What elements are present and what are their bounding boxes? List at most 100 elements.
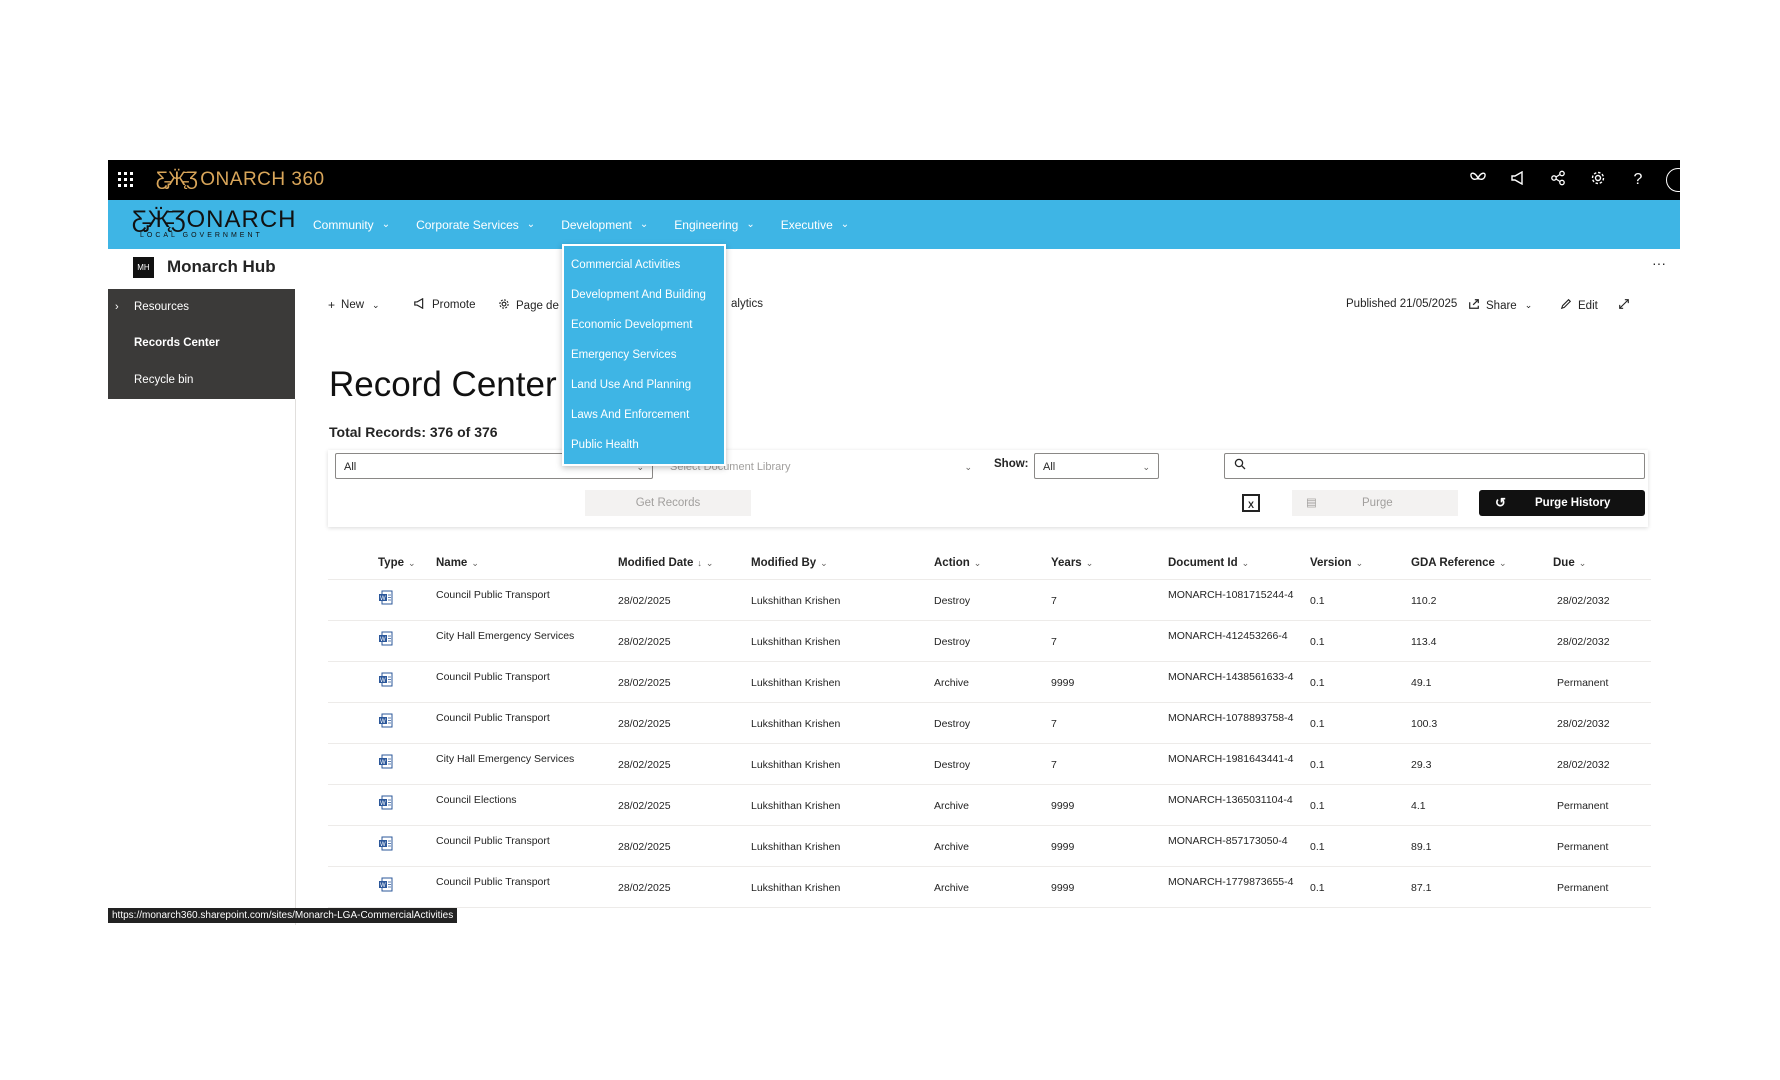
nav-item-engineering[interactable]: Engineering ⌄ <box>674 218 754 232</box>
purge-history-button[interactable]: ↺ Purge History <box>1479 490 1645 516</box>
table-row[interactable]: W Council Public Transport 28/02/2025 Lu… <box>328 826 1651 867</box>
site-title[interactable]: Monarch Hub <box>167 257 276 277</box>
show-select[interactable]: All ⌄ <box>1034 453 1159 479</box>
avatar[interactable] <box>1666 168 1680 192</box>
cell-name[interactable]: Council Public Transport <box>436 712 550 724</box>
column-header-document-id[interactable]: Document Id ⌄ <box>1168 557 1249 569</box>
published-status: Published 21/05/2025 <box>1346 298 1457 310</box>
cell-years: 7 <box>1051 718 1057 730</box>
word-document-icon[interactable]: W <box>378 877 393 892</box>
edit-button[interactable]: Edit <box>1560 298 1598 313</box>
more-options-icon[interactable]: ··· <box>1652 255 1666 271</box>
chevron-down-icon: ⌄ <box>1524 300 1533 310</box>
chevron-down-icon: ⌄ <box>1085 558 1094 568</box>
chevron-right-icon[interactable]: › <box>115 301 119 313</box>
table-row[interactable]: W Council Public Transport 28/02/2025 Lu… <box>328 867 1651 908</box>
monarch-butterfly-icon[interactable] <box>1458 171 1498 190</box>
cell-due: 28/02/2032 <box>1557 759 1610 771</box>
page-details-button[interactable]: Page de <box>498 298 559 313</box>
word-document-icon[interactable]: W <box>378 590 393 605</box>
column-header-modified-by[interactable]: Modified By ⌄ <box>751 557 828 569</box>
column-header-name[interactable]: Name ⌄ <box>436 557 479 569</box>
leftnav-item-resources[interactable]: Resources <box>134 301 189 313</box>
gear-icon[interactable] <box>1578 170 1618 191</box>
cell-action: Archive <box>934 677 970 689</box>
table-row[interactable]: W City Hall Emergency Services 28/02/202… <box>328 621 1651 662</box>
table-row[interactable]: W Council Public Transport 28/02/2025 Lu… <box>328 580 1651 621</box>
column-header-due[interactable]: Due ⌄ <box>1553 557 1586 569</box>
column-header-version[interactable]: Version ⌄ <box>1310 557 1363 569</box>
export-excel-icon[interactable]: X <box>1242 494 1260 512</box>
site-logo-badge[interactable]: MH <box>133 257 154 278</box>
filter-panel: All ⌄ Select Document Library ⌄ Show: Al… <box>328 450 1648 527</box>
cell-years: 9999 <box>1051 800 1075 812</box>
word-document-icon[interactable]: W <box>378 631 393 646</box>
column-header-years[interactable]: Years ⌄ <box>1051 557 1093 569</box>
cell-modified-by: Lukshithan Krishen <box>751 841 841 853</box>
column-header-gda-reference[interactable]: GDA Reference ⌄ <box>1411 557 1506 569</box>
monarch360-logo-text: ONARCH 360 <box>200 169 325 190</box>
cell-name[interactable]: City Hall Emergency Services <box>436 630 574 642</box>
leftnav-item-recycle-bin[interactable]: Recycle bin <box>134 374 193 386</box>
purge-label: Purge <box>1362 497 1393 509</box>
table-row[interactable]: W Council Public Transport 28/02/2025 Lu… <box>328 703 1651 744</box>
search-input[interactable] <box>1224 453 1645 479</box>
archive-box-icon: ▤ <box>1306 497 1317 509</box>
table-row[interactable]: W Council Public Transport 28/02/2025 Lu… <box>328 662 1651 703</box>
nav-item-development[interactable]: Development ⌄ <box>561 218 648 232</box>
cell-name[interactable]: City Hall Emergency Services <box>436 753 574 765</box>
new-button[interactable]: + New ⌄ <box>328 298 380 312</box>
column-label: Due <box>1553 557 1575 569</box>
nav-item-executive[interactable]: Executive ⌄ <box>781 218 849 232</box>
leftnav-item-records-center[interactable]: Records Center <box>134 337 220 349</box>
chevron-down-icon: ⌄ <box>372 299 380 310</box>
cell-name[interactable]: Council Public Transport <box>436 876 550 888</box>
cell-gda-reference: 4.1 <box>1411 800 1426 812</box>
cell-due: Permanent <box>1557 800 1609 812</box>
share-button[interactable]: Share ⌄ <box>1468 298 1532 313</box>
nav-item-corporate-services[interactable]: Corporate Services ⌄ <box>416 218 535 232</box>
monarch-local-government-logo[interactable]: Ƹ̵̡Ӝ̵̨̄ƷONARCH LOCAL GOVERNMENT <box>132 206 297 239</box>
nav-item-label: Engineering <box>674 217 739 232</box>
word-document-icon[interactable]: W <box>378 795 393 810</box>
megaphone-icon[interactable] <box>1498 170 1538 190</box>
promote-button[interactable]: Promote <box>413 297 476 312</box>
nav-item-community[interactable]: Community ⌄ <box>313 218 390 232</box>
column-header-type[interactable]: Type ⌄ <box>378 557 416 569</box>
menu-item-development-and-building[interactable]: Development And Building <box>564 280 724 310</box>
column-header-action[interactable]: Action ⌄ <box>934 557 981 569</box>
word-document-icon[interactable]: W <box>378 672 393 687</box>
menu-item-public-health[interactable]: Public Health <box>564 430 724 460</box>
nav-item-label: Development <box>561 217 632 232</box>
column-label: Modified Date <box>618 557 694 569</box>
get-records-button[interactable]: Get Records <box>585 490 751 516</box>
cell-version: 0.1 <box>1310 759 1325 771</box>
purge-button[interactable]: ▤ Purge <box>1292 490 1458 516</box>
cell-name[interactable]: Council Public Transport <box>436 835 550 847</box>
cell-name[interactable]: Council Public Transport <box>436 589 550 601</box>
table-row[interactable]: W City Hall Emergency Services 28/02/202… <box>328 744 1651 785</box>
menu-item-emergency-services[interactable]: Emergency Services <box>564 340 724 370</box>
cell-version: 0.1 <box>1310 882 1325 894</box>
analytics-button[interactable]: alytics <box>731 298 763 310</box>
cell-document-id: MONARCH-1779873655-4 <box>1168 876 1294 888</box>
monarch360-logo[interactable]: Ƹ̵̡Ӝ̵̨̄Ʒ ONARCH 360 <box>156 169 325 191</box>
table-row[interactable]: W Council Elections 28/02/2025 Lukshitha… <box>328 785 1651 826</box>
expand-icon[interactable] <box>1618 298 1630 310</box>
word-document-icon[interactable]: W <box>378 836 393 851</box>
menu-item-laws-and-enforcement[interactable]: Laws And Enforcement <box>564 400 724 430</box>
cell-name[interactable]: Council Public Transport <box>436 671 550 683</box>
promote-label: Promote <box>432 299 476 311</box>
column-header-modified-date[interactable]: Modified Date ↓ ⌄ <box>618 557 713 569</box>
help-icon[interactable]: ? <box>1618 171 1658 189</box>
menu-item-commercial-activities[interactable]: Commercial Activities <box>564 250 724 280</box>
share-network-icon[interactable] <box>1538 170 1578 191</box>
app-launcher-icon[interactable] <box>118 172 134 188</box>
cell-version: 0.1 <box>1310 595 1325 607</box>
cell-name[interactable]: Council Elections <box>436 794 517 806</box>
word-document-icon[interactable]: W <box>378 754 393 769</box>
menu-item-economic-development[interactable]: Economic Development <box>564 310 724 340</box>
menu-item-land-use-and-planning[interactable]: Land Use And Planning <box>564 370 724 400</box>
chevron-down-icon: ⌄ <box>1498 558 1507 568</box>
word-document-icon[interactable]: W <box>378 713 393 728</box>
